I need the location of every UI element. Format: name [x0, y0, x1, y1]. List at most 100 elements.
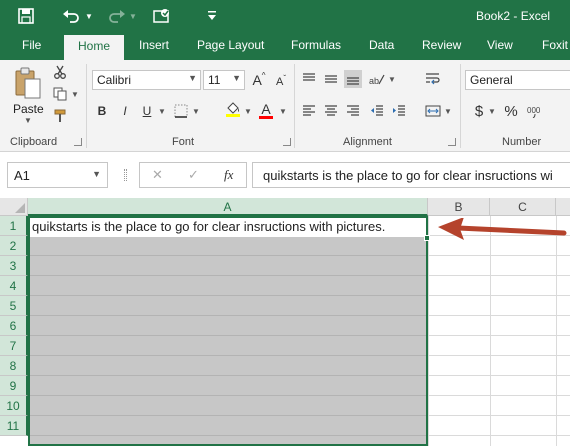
shrink-font-label: A: [275, 76, 284, 88]
save-icon[interactable]: [18, 6, 34, 26]
decrease-indent-icon[interactable]: [368, 102, 386, 120]
row-header-2[interactable]: 2: [0, 236, 28, 256]
customize-qat-icon[interactable]: [207, 6, 217, 26]
paste-button[interactable]: Paste ▼: [8, 64, 48, 125]
worksheet-grid[interactable]: A B C 1 2 3 4 5 6 7 8 9 10 11 quikstarts…: [0, 198, 570, 446]
row-divider: [30, 335, 426, 336]
column-divider: [556, 216, 557, 446]
merge-dropdown-icon[interactable]: ▼: [444, 107, 452, 116]
tab-data[interactable]: Data: [369, 38, 394, 52]
title-bar: ▼ ▼ Book2 - Excel: [0, 0, 570, 33]
increase-indent-icon[interactable]: [390, 102, 408, 120]
format-painter-icon[interactable]: [51, 107, 69, 125]
shrink-font-button[interactable]: Aˇ: [272, 73, 290, 91]
column-header-a[interactable]: A: [28, 198, 428, 216]
row-header-7[interactable]: 7: [0, 336, 28, 356]
currency-button[interactable]: $: [470, 102, 488, 120]
align-bottom-icon[interactable]: [344, 70, 362, 88]
cancel-icon[interactable]: ✕: [152, 167, 163, 183]
number-format-dropdown[interactable]: General: [465, 70, 570, 90]
tab-foxit[interactable]: Foxit: [542, 38, 568, 52]
percent-button[interactable]: %: [502, 102, 520, 120]
borders-icon[interactable]: [172, 102, 190, 120]
tab-home[interactable]: Home: [64, 35, 125, 60]
row-header-5[interactable]: 5: [0, 296, 28, 316]
formula-bar-grip-icon[interactable]: [124, 169, 127, 181]
cell-a1[interactable]: quikstarts is the place to go for clear …: [30, 218, 426, 237]
align-left-icon[interactable]: [300, 102, 318, 120]
align-middle-icon[interactable]: [322, 70, 340, 88]
font-color-dropdown-icon[interactable]: ▼: [279, 107, 287, 116]
row-header-10[interactable]: 10: [0, 396, 28, 416]
font-launcher-icon[interactable]: [283, 138, 291, 146]
svg-text:000: 000: [527, 106, 541, 115]
wrap-text-icon[interactable]: [424, 70, 442, 88]
chevron-down-icon: ▼: [188, 73, 197, 83]
selected-range[interactable]: [28, 216, 428, 446]
document-title: Book2 - Excel: [476, 9, 551, 23]
undo-dropdown-icon[interactable]: ▼: [85, 12, 93, 21]
excel-window: ▼ ▼ Book2 - Excel File Home Insert Page …: [0, 0, 570, 446]
borders-dropdown-icon[interactable]: ▼: [192, 107, 200, 116]
fill-color-icon[interactable]: [224, 100, 242, 118]
underline-dropdown-icon[interactable]: ▼: [158, 107, 166, 116]
insert-function-button[interactable]: fx: [224, 167, 233, 183]
row-header-11[interactable]: 11: [0, 416, 28, 436]
paste-dropdown-icon[interactable]: ▼: [24, 116, 32, 125]
tab-page-layout[interactable]: Page Layout: [197, 38, 264, 52]
column-header-b[interactable]: B: [428, 198, 490, 216]
align-right-icon[interactable]: [344, 102, 362, 120]
row-divider: [30, 275, 426, 276]
row-header-8[interactable]: 8: [0, 356, 28, 376]
font-color-button[interactable]: A: [257, 100, 275, 120]
column-header-d[interactable]: [556, 198, 570, 216]
chevron-down-icon: ▼: [92, 169, 101, 179]
cut-icon[interactable]: [51, 63, 69, 81]
touch-mode-icon[interactable]: [153, 6, 171, 26]
name-box[interactable]: A1 ▼: [7, 162, 108, 188]
alignment-launcher-icon[interactable]: [448, 138, 456, 146]
font-name-dropdown[interactable]: Calibri ▼: [92, 70, 201, 90]
row-header-9[interactable]: 9: [0, 376, 28, 396]
grow-font-button[interactable]: A ^: [250, 71, 268, 89]
redo-icon[interactable]: ▼: [106, 6, 137, 26]
row-divider: [30, 415, 426, 416]
tab-review[interactable]: Review: [422, 38, 461, 52]
font-name-value: Calibri: [97, 73, 132, 87]
row-header-3[interactable]: 3: [0, 256, 28, 276]
orientation-icon[interactable]: ab: [368, 70, 386, 88]
formula-input[interactable]: quikstarts is the place to go for clear …: [252, 162, 570, 188]
align-top-icon[interactable]: [300, 70, 318, 88]
formula-buttons: ✕ ✓ fx: [139, 162, 247, 188]
underline-button[interactable]: U: [138, 102, 156, 120]
tab-file[interactable]: File: [22, 38, 41, 52]
italic-button[interactable]: I: [116, 102, 134, 120]
row-header-1[interactable]: 1: [0, 216, 28, 236]
column-header-c[interactable]: C: [490, 198, 556, 216]
font-size-value: 11: [208, 73, 221, 87]
copy-dropdown-icon[interactable]: ▼: [71, 90, 79, 99]
tab-formulas[interactable]: Formulas: [291, 38, 341, 52]
redo-dropdown-icon[interactable]: ▼: [129, 12, 137, 21]
currency-dropdown-icon[interactable]: ▼: [488, 107, 496, 116]
align-center-icon[interactable]: [322, 102, 340, 120]
paste-label: Paste: [13, 102, 44, 116]
font-size-dropdown[interactable]: 11 ▼: [203, 70, 245, 90]
orientation-dropdown-icon[interactable]: ▼: [388, 75, 396, 84]
tab-insert[interactable]: Insert: [139, 38, 169, 52]
name-box-value: A1: [14, 168, 30, 183]
clipboard-launcher-icon[interactable]: [74, 138, 82, 146]
undo-icon[interactable]: ▼: [62, 6, 93, 26]
row-header-6[interactable]: 6: [0, 316, 28, 336]
row-divider: [30, 315, 426, 316]
comma-style-icon[interactable]: 000: [526, 102, 544, 120]
select-all-corner[interactable]: [0, 198, 28, 216]
fill-color-dropdown-icon[interactable]: ▼: [244, 107, 252, 116]
copy-icon[interactable]: [51, 85, 69, 103]
font-group-label: Font: [172, 136, 195, 148]
merge-center-icon[interactable]: [424, 102, 442, 120]
enter-icon[interactable]: ✓: [188, 167, 199, 183]
bold-button[interactable]: B: [93, 102, 111, 120]
row-header-4[interactable]: 4: [0, 276, 28, 296]
tab-view[interactable]: View: [487, 38, 513, 52]
